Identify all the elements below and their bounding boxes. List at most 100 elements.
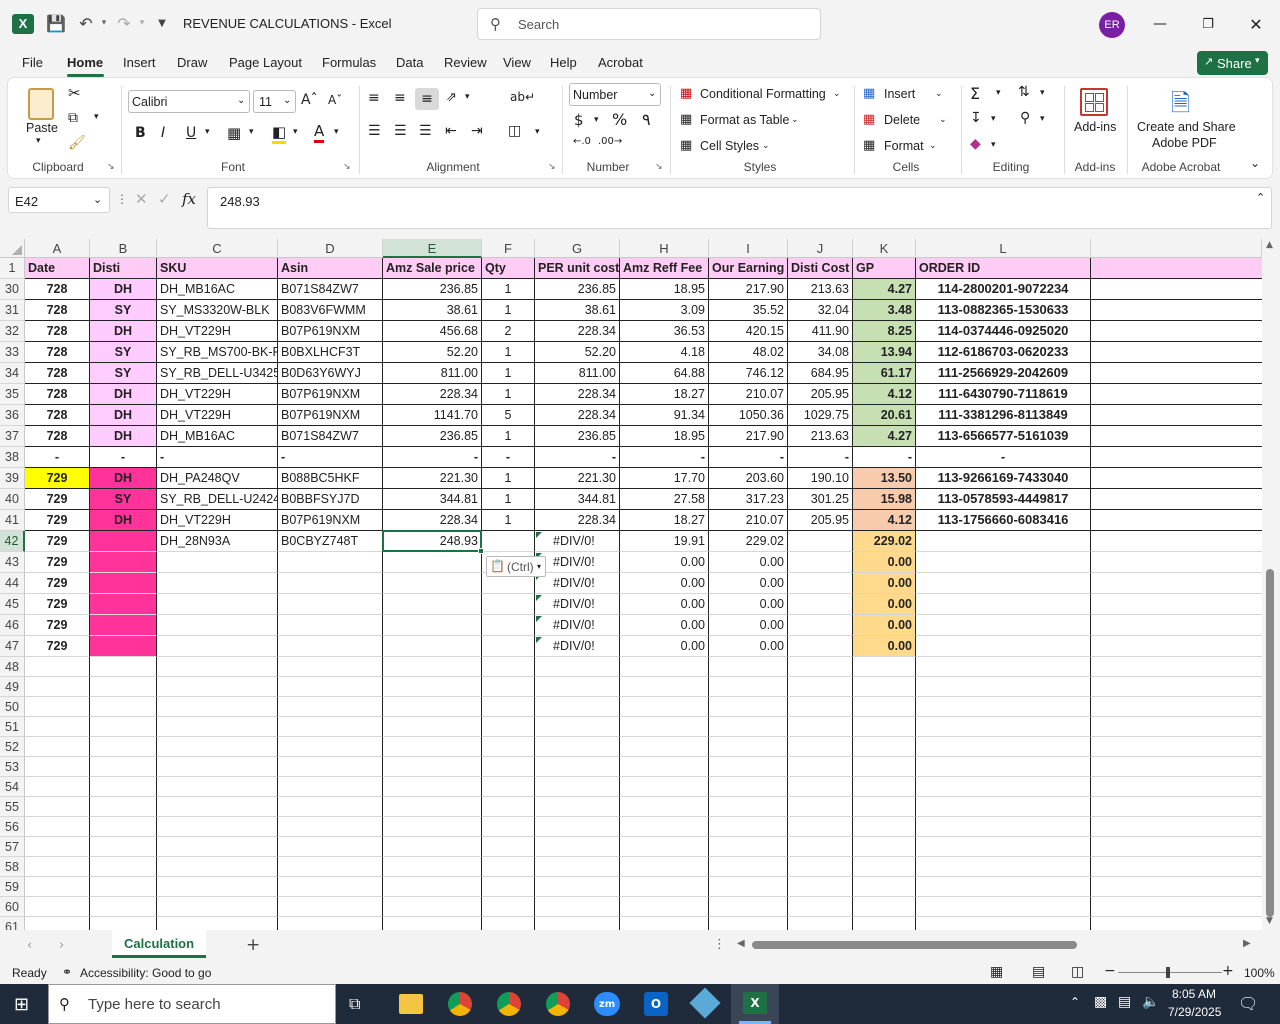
error-indicator-icon[interactable] — [536, 637, 542, 643]
cell-d36[interactable]: B07P619NXM — [278, 405, 383, 426]
empty-cell[interactable] — [535, 737, 620, 757]
cell-k37[interactable]: 4.27 — [853, 426, 916, 447]
row-header[interactable]: 55 — [0, 797, 25, 817]
align-top-icon[interactable]: ≡ — [368, 90, 380, 106]
empty-cell[interactable] — [157, 797, 278, 817]
cell-i41[interactable]: 210.07 — [709, 510, 788, 531]
cell-h35[interactable]: 18.27 — [620, 384, 709, 405]
cell-g31[interactable]: 38.61 — [535, 300, 620, 321]
column-title-c[interactable]: SKU — [157, 258, 278, 279]
cell-a34[interactable]: 728 — [25, 363, 90, 384]
cell-e44[interactable] — [383, 573, 482, 594]
cell-c46[interactable] — [157, 615, 278, 636]
empty-cell[interactable] — [709, 657, 788, 677]
cell-l35[interactable]: 111-6430790-7118619 — [916, 384, 1091, 405]
row-header[interactable]: 47 — [0, 636, 25, 657]
cell-h30[interactable]: 18.95 — [620, 279, 709, 300]
cell-j36[interactable]: 1029.75 — [788, 405, 853, 426]
cell-l32[interactable]: 114-0374446-0925020 — [916, 321, 1091, 342]
column-title-i[interactable]: Our Earning — [709, 258, 788, 279]
empty-cell[interactable] — [90, 757, 157, 777]
tab-insert[interactable]: Insert — [123, 55, 156, 70]
cell-l30[interactable]: 114-2800201-9072234 — [916, 279, 1091, 300]
empty-cell[interactable] — [853, 797, 916, 817]
cell-c33[interactable]: SY_RB_MS700-BK-R — [157, 342, 278, 363]
cell-i47[interactable]: 0.00 — [709, 636, 788, 657]
cell-d42[interactable]: B0CBYZ748T — [278, 531, 383, 552]
empty-cell[interactable] — [853, 657, 916, 677]
cell-g46[interactable]: #DIV/0! — [535, 615, 620, 636]
notifications-icon[interactable]: 🗨 — [1238, 994, 1258, 1013]
tab-view[interactable]: View — [503, 55, 531, 70]
cell-k40[interactable]: 15.98 — [853, 489, 916, 510]
empty-cell[interactable] — [278, 717, 383, 737]
cell-a46[interactable]: 729 — [25, 615, 90, 636]
share-button[interactable]: ↗ Share ▾ — [1197, 51, 1268, 75]
empty-cell[interactable] — [25, 717, 90, 737]
row-header[interactable]: 39 — [0, 468, 25, 489]
redo-icon[interactable]: ↷ — [114, 13, 134, 33]
empty-cell[interactable] — [383, 677, 482, 697]
row-header[interactable]: 45 — [0, 594, 25, 615]
empty-cell[interactable] — [278, 817, 383, 837]
italic-icon[interactable]: I — [161, 125, 165, 141]
create-pdf-label-2[interactable]: Adobe PDF — [1152, 136, 1217, 150]
cell-h42[interactable]: 19.91 — [620, 531, 709, 552]
row-header[interactable]: 57 — [0, 837, 25, 857]
cell-i37[interactable]: 217.90 — [709, 426, 788, 447]
cell-h44[interactable]: 0.00 — [620, 573, 709, 594]
empty-cell[interactable] — [25, 757, 90, 777]
empty-cell[interactable] — [383, 657, 482, 677]
cell-h40[interactable]: 27.58 — [620, 489, 709, 510]
tab-split-handle-icon[interactable]: ⋮ — [713, 937, 726, 952]
avatar[interactable]: ER — [1099, 12, 1125, 38]
empty-cell[interactable] — [535, 857, 620, 877]
empty-cell[interactable] — [157, 917, 278, 930]
empty-cell[interactable] — [25, 857, 90, 877]
cell-a43[interactable]: 729 — [25, 552, 90, 573]
format-painter-icon[interactable]: 🖌 — [68, 135, 86, 151]
paste-dropdown-icon[interactable]: ▾ — [36, 136, 41, 146]
row-header[interactable]: 1 — [0, 258, 25, 279]
cell-g44[interactable]: #DIV/0! — [535, 573, 620, 594]
empty-cell[interactable] — [620, 777, 709, 797]
cell-g45[interactable]: #DIV/0! — [535, 594, 620, 615]
cell-e45[interactable] — [383, 594, 482, 615]
next-sheet-icon[interactable]: › — [59, 938, 64, 953]
insert-function-icon[interactable]: fx — [182, 190, 196, 208]
row-header[interactable]: 36 — [0, 405, 25, 426]
cell-k32[interactable]: 8.25 — [853, 321, 916, 342]
empty-cell[interactable] — [535, 837, 620, 857]
cell-c32[interactable]: DH_VT229H — [157, 321, 278, 342]
row-header[interactable]: 42 — [0, 531, 25, 552]
empty-cell[interactable] — [482, 797, 535, 817]
cell-j40[interactable]: 301.25 — [788, 489, 853, 510]
wrap-text-icon[interactable]: ab↵ — [510, 90, 535, 104]
empty-cell[interactable] — [916, 817, 1091, 837]
empty-cell[interactable] — [788, 817, 853, 837]
cell-f33[interactable]: 1 — [482, 342, 535, 363]
find-dropdown-icon[interactable]: ▾ — [1040, 114, 1045, 124]
row-header[interactable]: 58 — [0, 857, 25, 877]
empty-cell[interactable] — [620, 877, 709, 897]
cell-i44[interactable]: 0.00 — [709, 573, 788, 594]
empty-cell[interactable] — [1091, 677, 1262, 697]
comma-style-icon[interactable]: ٩ — [642, 110, 651, 129]
cell-l31[interactable]: 113-0882365-1530633 — [916, 300, 1091, 321]
empty-cell[interactable] — [709, 837, 788, 857]
cell-b30[interactable]: DH — [90, 279, 157, 300]
empty-cell[interactable] — [1091, 817, 1262, 837]
decrease-font-icon[interactable]: Aˇ — [328, 93, 342, 107]
column-title-d[interactable]: Asin — [278, 258, 383, 279]
tab-acrobat[interactable]: Acrobat — [598, 55, 643, 70]
empty-cell[interactable] — [278, 837, 383, 857]
empty-cell[interactable] — [620, 697, 709, 717]
cell-i45[interactable]: 0.00 — [709, 594, 788, 615]
column-title-f[interactable]: Qty — [482, 258, 535, 279]
cell-a45[interactable]: 729 — [25, 594, 90, 615]
error-indicator-icon[interactable] — [536, 532, 542, 538]
decrease-indent-icon[interactable]: ⇤ — [445, 123, 457, 139]
cell-k36[interactable]: 20.61 — [853, 405, 916, 426]
empty-cell[interactable] — [535, 817, 620, 837]
cell-i35[interactable]: 210.07 — [709, 384, 788, 405]
